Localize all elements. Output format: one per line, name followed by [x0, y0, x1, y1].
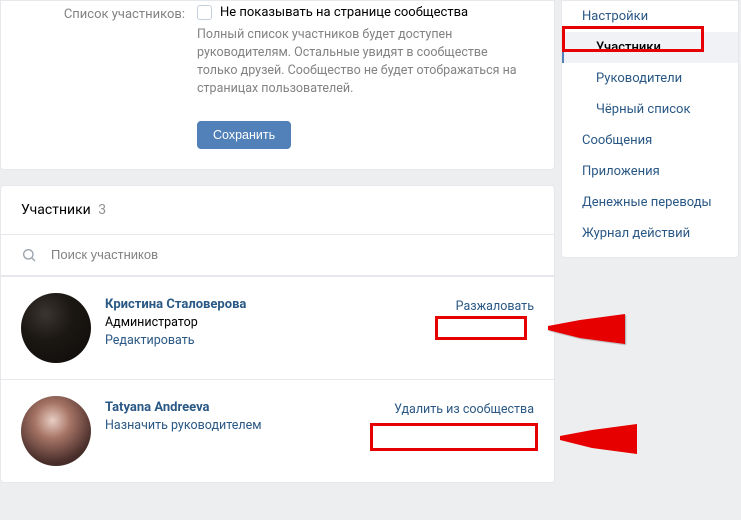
member-name-link[interactable]: Tatyana Andreeva	[105, 400, 380, 415]
member-name-link[interactable]: Кристина Сталоверова	[105, 297, 442, 312]
sidebar-item-apps[interactable]: Приложения	[562, 156, 738, 187]
search-input[interactable]	[51, 247, 534, 262]
member-row: Tatyana Andreeva Назначить руководителем…	[1, 379, 554, 482]
member-row: Кристина Сталоверова Администратор Редак…	[1, 276, 554, 379]
arrow-icon	[552, 418, 642, 460]
assign-manager-link[interactable]: Назначить руководителем	[105, 418, 380, 433]
sidebar-item-messages[interactable]: Сообщения	[562, 125, 738, 156]
remove-link[interactable]: Удалить из сообщества	[394, 396, 534, 417]
save-button[interactable]: Сохранить	[197, 121, 291, 149]
sidebar-item-managers[interactable]: Руководители	[562, 63, 738, 94]
members-search-bar	[1, 234, 554, 276]
demote-link[interactable]: Разжаловать	[456, 293, 534, 314]
settings-card: Список участников: Не показывать на стра…	[0, 0, 555, 170]
members-card: Участники 3 Кристина Сталоверова Админис…	[0, 185, 555, 483]
avatar[interactable]	[21, 293, 91, 363]
sidebar-item-transfers[interactable]: Денежные переводы	[562, 187, 738, 218]
sidebar-item-blacklist[interactable]: Чёрный список	[562, 94, 738, 125]
hide-members-checkbox[interactable]	[197, 5, 212, 20]
member-role: Администратор	[105, 315, 442, 330]
members-count: 3	[98, 202, 106, 218]
hide-members-checkbox-label: Не показывать на странице сообщества	[220, 5, 468, 20]
search-icon	[21, 247, 37, 263]
members-list-label: Список участников:	[21, 5, 197, 22]
sidebar-item-settings[interactable]: Настройки	[562, 1, 738, 32]
avatar[interactable]	[21, 396, 91, 466]
hide-members-hint: Полный список участников будет доступен …	[197, 26, 517, 99]
members-header: Участники 3	[1, 186, 554, 234]
sidebar-item-members[interactable]: Участники	[562, 32, 738, 63]
edit-member-link[interactable]: Редактировать	[105, 333, 442, 348]
sidebar: Настройки Участники Руководители Чёрный …	[561, 0, 739, 258]
sidebar-item-log[interactable]: Журнал действий	[562, 218, 738, 249]
members-title: Участники	[21, 202, 91, 218]
